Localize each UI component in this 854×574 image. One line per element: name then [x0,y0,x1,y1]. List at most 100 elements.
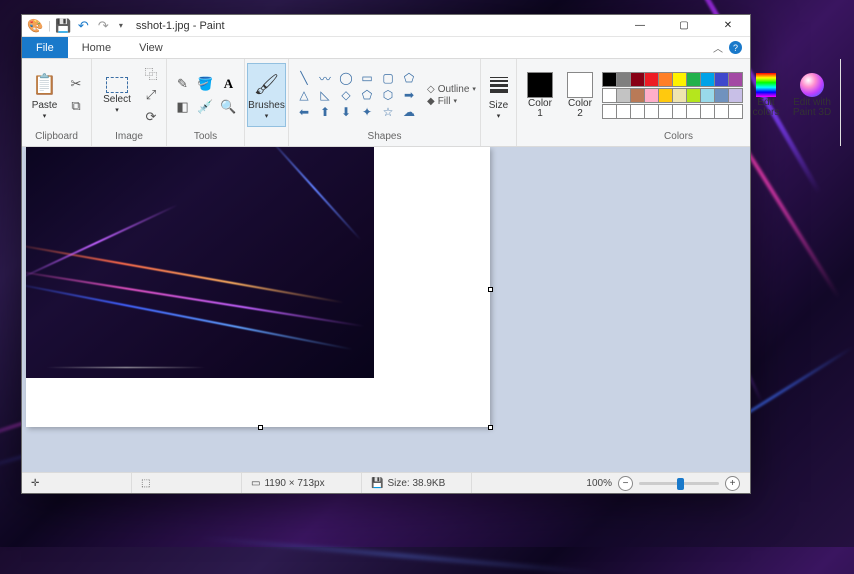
undo-icon[interactable]: ↶ [76,18,91,33]
size-icon [490,71,508,99]
rotate-icon[interactable]: ⟳ [141,107,161,127]
shape-star4[interactable]: ✦ [357,104,377,120]
cut-icon[interactable]: ✂ [66,74,86,94]
crop-icon[interactable]: ⿻ [141,63,161,83]
palette-color[interactable] [602,72,617,87]
colors-group-label: Colors [517,131,840,146]
pencil-icon[interactable]: ✎ [172,73,194,95]
palette-color[interactable] [602,88,617,103]
shape-darrow[interactable]: ⬇ [336,104,356,120]
text-icon[interactable]: A [218,73,240,95]
zoom-slider[interactable] [639,482,719,485]
eraser-icon[interactable]: ◧ [172,96,194,118]
zoom-in-button[interactable]: + [725,476,740,491]
size-button[interactable]: Size ▾ [486,63,511,127]
palette-color[interactable] [630,72,645,87]
color1-label: Color 1 [528,99,552,119]
shape-curve[interactable]: 〰 [315,70,335,86]
palette-color[interactable] [686,72,701,87]
shape-rrect[interactable]: ▢ [378,70,398,86]
tab-home[interactable]: Home [68,37,125,58]
palette-color[interactable] [700,72,715,87]
palette-color[interactable] [644,72,659,87]
shape-line[interactable]: ╲ [294,70,314,86]
canvas-workarea[interactable] [22,147,750,472]
group-colors: Color 1 Color 2 Edit colors Edit [517,59,841,146]
minimize-button[interactable]: — [618,15,662,37]
palette-color[interactable] [714,88,729,103]
palette-color[interactable] [672,72,687,87]
palette-color[interactable] [616,72,631,87]
shape-callout[interactable]: ☁ [399,104,419,120]
palette-color[interactable] [728,72,743,87]
palette-color[interactable] [672,104,687,119]
shape-rect[interactable]: ▭ [357,70,377,86]
palette-color[interactable] [686,104,701,119]
magnifier-icon[interactable]: 🔍 [218,96,240,118]
shapes-group-label: Shapes [289,131,480,146]
palette-color[interactable] [630,104,645,119]
shape-pent[interactable]: ⬠ [357,87,377,103]
size-group-label [481,131,516,146]
shape-outline-button[interactable]: ◇Outline▾ [427,84,476,95]
shape-hex[interactable]: ⬡ [378,87,398,103]
shape-diamond[interactable]: ◇ [336,87,356,103]
resize-icon[interactable]: ⤢ [141,85,161,105]
zoom-out-button[interactable]: − [618,476,633,491]
color1-button[interactable]: Color 1 [522,63,558,127]
tools-group-label: Tools [167,131,244,146]
brushes-label: Brushes [248,100,285,111]
shape-tri[interactable]: △ [294,87,314,103]
help-icon[interactable]: ? [729,41,742,54]
zoom-control: 100% − + [576,476,750,491]
color2-swatch [567,72,593,98]
palette-color[interactable] [672,88,687,103]
fill-icon[interactable]: 🪣 [195,73,217,95]
palette-color[interactable] [616,104,631,119]
color2-button[interactable]: Color 2 [562,63,598,127]
save-icon[interactable]: 💾 [56,18,71,33]
quick-access-toolbar: 🎨 | 💾 ↶ ↷ [22,18,130,33]
shape-rtri[interactable]: ◺ [315,87,335,103]
close-button[interactable]: ✕ [706,15,750,37]
shape-larrow[interactable]: ⬅ [294,104,314,120]
shape-uarrow[interactable]: ⬆ [315,104,335,120]
paste-button[interactable]: 📋 Paste ▾ [27,63,62,127]
brushes-button[interactable]: 🖌 Brushes ▾ [247,63,286,127]
palette-color[interactable] [658,72,673,87]
palette-color[interactable] [644,104,659,119]
palette-color[interactable] [658,88,673,103]
paint3d-button[interactable]: Edit with Paint 3D [789,63,835,127]
shape-fill-button[interactable]: ◆Fill▾ [427,96,476,107]
shape-star5[interactable]: ☆ [378,104,398,120]
edit-colors-button[interactable]: Edit colors [747,63,785,127]
collapse-ribbon-icon[interactable]: ︿ [713,40,723,55]
maximize-button[interactable]: ▢ [662,15,706,37]
palette-color[interactable] [728,104,743,119]
redo-icon[interactable]: ↷ [96,18,111,33]
copy-icon[interactable]: ⧉ [66,96,86,116]
paint-app-icon: 🎨 [28,18,43,33]
palette-color[interactable] [714,72,729,87]
qat-customize-icon[interactable] [116,18,124,33]
pasted-image[interactable] [26,147,374,378]
shape-polygon[interactable]: ⬠ [399,70,419,86]
palette-color[interactable] [714,104,729,119]
palette-color[interactable] [658,104,673,119]
palette-color[interactable] [686,88,701,103]
palette-color[interactable] [616,88,631,103]
palette-color[interactable] [728,88,743,103]
tab-view[interactable]: View [125,37,177,58]
picker-icon[interactable]: 💉 [195,96,217,118]
palette-color[interactable] [700,88,715,103]
shape-oval[interactable]: ◯ [336,70,356,86]
select-button[interactable]: Select ▾ [97,63,137,127]
select-label: Select [103,94,131,105]
shape-rarrow[interactable]: ➡ [399,87,419,103]
shape-gallery[interactable]: ╲ 〰 ◯ ▭ ▢ ⬠ △ ◺ ◇ ⬠ ⬡ ➡ ⬅ ⬆ ⬇ ✦ ☆ [294,70,419,120]
palette-color[interactable] [630,88,645,103]
palette-color[interactable] [602,104,617,119]
palette-color[interactable] [700,104,715,119]
palette-color[interactable] [644,88,659,103]
tab-file[interactable]: File [22,37,68,58]
